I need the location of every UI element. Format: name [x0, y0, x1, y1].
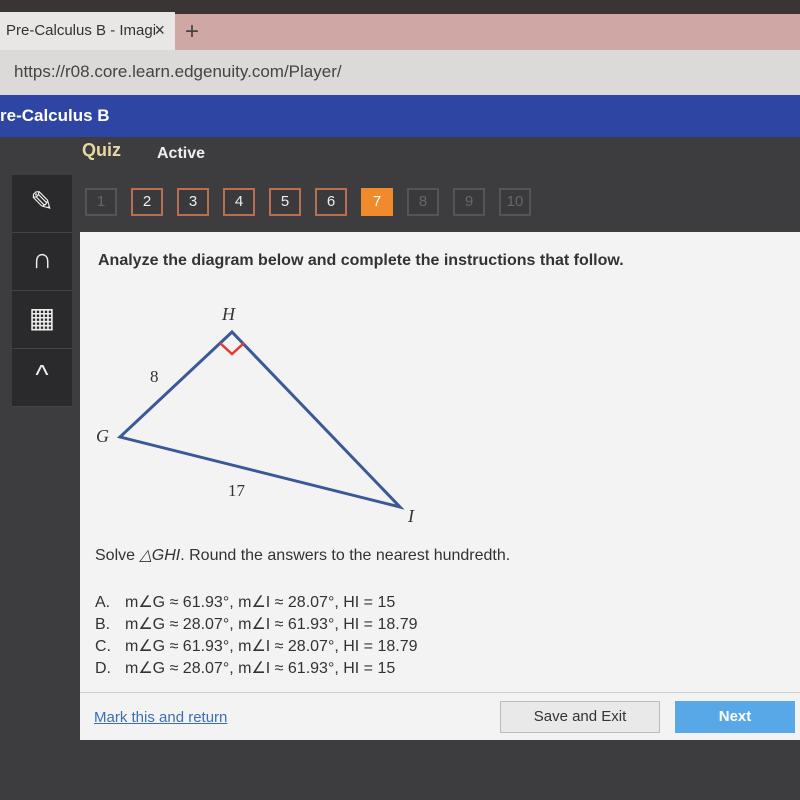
instruction-post: . Round the answers to the nearest hundr…	[180, 547, 511, 564]
triangle-ghi	[116, 329, 405, 510]
activity-type: Quiz	[82, 140, 121, 160]
option-c[interactable]: C. m∠G ≈ 61.93°, m∠I ≈ 28.07°, HI = 18.79	[95, 636, 418, 658]
side-gh-label: 8	[150, 367, 159, 386]
side-gi-label: 17	[228, 481, 246, 500]
option-letter: A.	[95, 594, 111, 611]
option-letter: C.	[95, 638, 111, 655]
instruction-pre: Solve	[95, 547, 140, 564]
answer-options: A. m∠G ≈ 61.93°, m∠I ≈ 28.07°, HI = 15 B.…	[95, 592, 418, 680]
save-and-exit-button[interactable]: Save and Exit	[500, 701, 660, 733]
collapse-icon[interactable]: ^	[12, 349, 72, 407]
question-4[interactable]: 4	[223, 188, 255, 216]
triangle-name: △GHI	[139, 547, 181, 564]
browser-tab[interactable]: Pre-Calculus B - Imagi ×	[0, 12, 175, 50]
option-letter: D.	[95, 660, 111, 677]
new-tab-button[interactable]: +	[175, 14, 800, 50]
question-7[interactable]: 7	[361, 188, 393, 216]
question-5[interactable]: 5	[269, 188, 301, 216]
question-prompt: Analyze the diagram below and complete t…	[98, 252, 624, 269]
option-d[interactable]: D. m∠G ≈ 28.07°, m∠I ≈ 61.93°, HI = 15	[95, 658, 418, 680]
vertex-h: H	[221, 304, 236, 324]
option-letter: B.	[95, 616, 111, 633]
toolbar: ✎ ∩ ▦ ^	[12, 175, 72, 407]
question-nav: 1 2 3 4 5 6 7 8 9 10	[85, 188, 531, 216]
option-text: m∠G ≈ 28.07°, m∠I ≈ 61.93°, HI = 18.79	[125, 616, 418, 633]
headphones-icon[interactable]: ∩	[12, 233, 72, 291]
question-6[interactable]: 6	[315, 188, 347, 216]
option-text: m∠G ≈ 28.07°, m∠I ≈ 61.93°, HI = 15	[125, 660, 396, 677]
close-tab-icon[interactable]: ×	[154, 20, 165, 41]
pencil-icon[interactable]: ✎	[12, 175, 72, 233]
activity-status: Active	[157, 145, 206, 162]
option-text: m∠G ≈ 61.93°, m∠I ≈ 28.07°, HI = 18.79	[125, 638, 418, 655]
course-header: re-Calculus B	[0, 95, 800, 137]
address-bar[interactable]: https://r08.core.learn.edgenuity.com/Pla…	[0, 50, 800, 95]
calculator-icon[interactable]: ▦	[12, 291, 72, 349]
option-b[interactable]: B. m∠G ≈ 28.07°, m∠I ≈ 61.93°, HI = 18.79	[95, 614, 418, 636]
question-9: 9	[453, 188, 485, 216]
question-8: 8	[407, 188, 439, 216]
question-footer: Mark this and return Save and Exit Next	[80, 692, 800, 740]
triangle-diagram: H G I 8 17	[96, 304, 415, 526]
question-2[interactable]: 2	[131, 188, 163, 216]
option-text: m∠G ≈ 61.93°, m∠I ≈ 28.07°, HI = 15	[125, 594, 396, 611]
browser-tab-bar: Pre-Calculus B - Imagi × +	[0, 0, 800, 50]
question-10: 10	[499, 188, 531, 216]
course-title: re-Calculus B	[0, 106, 110, 125]
mark-and-return-link[interactable]: Mark this and return	[94, 709, 227, 726]
vertex-i: I	[407, 506, 415, 526]
instruction: Solve △GHI. Round the answers to the nea…	[95, 545, 510, 565]
tab-title: Pre-Calculus B - Imagi	[6, 22, 157, 39]
right-angle-marker	[219, 342, 245, 356]
question-panel: Analyze the diagram below and complete t…	[80, 232, 800, 740]
question-1: 1	[85, 188, 117, 216]
vertex-g: G	[96, 426, 109, 446]
next-button[interactable]: Next	[675, 701, 795, 733]
question-3[interactable]: 3	[177, 188, 209, 216]
option-a[interactable]: A. m∠G ≈ 61.93°, m∠I ≈ 28.07°, HI = 15	[95, 592, 418, 614]
